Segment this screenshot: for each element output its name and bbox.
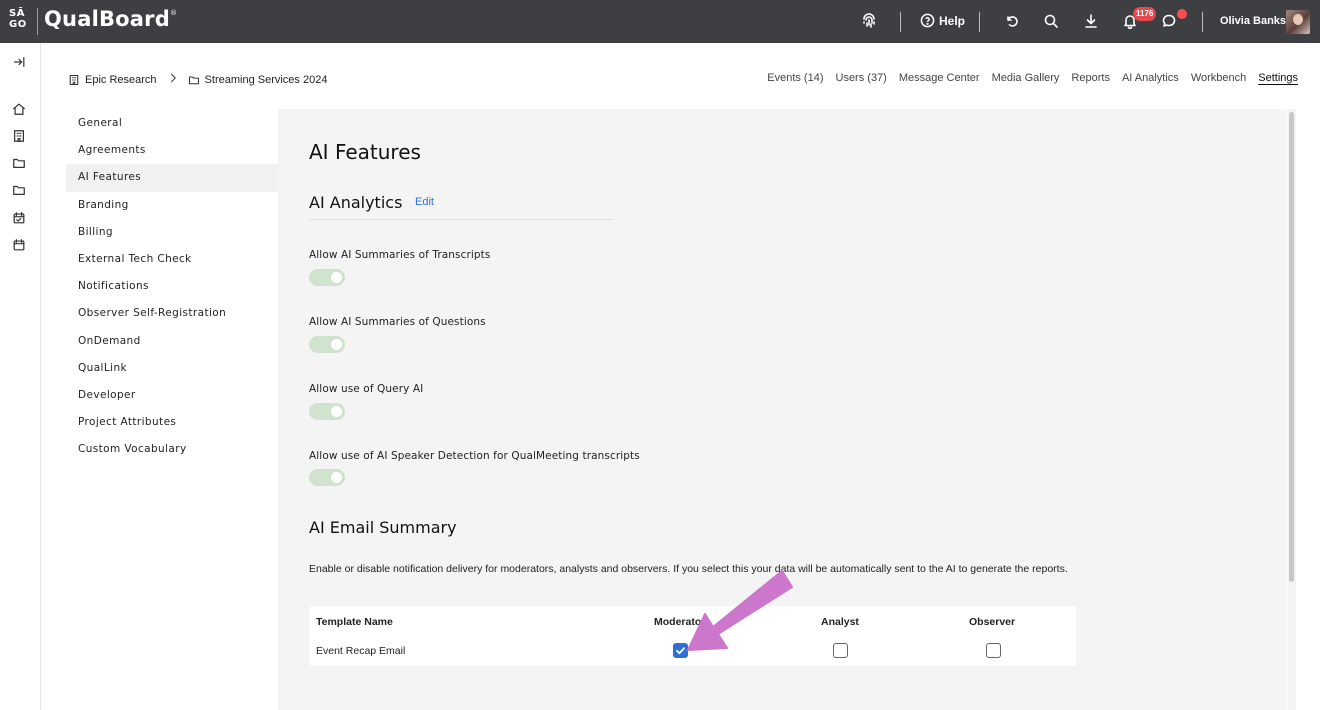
breadcrumb: Epic Research Streaming Services 2024 bbox=[68, 72, 327, 87]
tab-users[interactable]: Users (37) bbox=[836, 72, 887, 84]
column-header-observer: Observer bbox=[969, 616, 1016, 628]
email-summary-description: Enable or disable notification delivery … bbox=[309, 563, 1068, 575]
email-template-table: Template Name Moderator Analyst Observer… bbox=[309, 606, 1076, 666]
tab-message-center[interactable]: Message Center bbox=[899, 72, 980, 84]
setting-label-transcript-summaries: Allow AI Summaries of Transcripts bbox=[309, 249, 491, 261]
user-name[interactable]: Olivia Banks bbox=[1220, 15, 1286, 27]
toolbar-divider bbox=[1202, 12, 1203, 32]
sidebar-item-custom-vocabulary[interactable]: Custom Vocabulary bbox=[66, 436, 278, 463]
building-icon[interactable] bbox=[12, 129, 27, 144]
toolbar-divider bbox=[900, 12, 901, 32]
tab-settings[interactable]: Settings bbox=[1258, 72, 1298, 84]
folder-icon[interactable] bbox=[12, 183, 27, 198]
calendar-check-icon[interactable] bbox=[12, 211, 27, 226]
toggle-transcript-summaries[interactable] bbox=[309, 269, 345, 286]
toggle-query-ai[interactable] bbox=[309, 403, 345, 420]
settings-sidebar: General Agreements AI Features Branding … bbox=[66, 110, 278, 463]
sidebar-item-general[interactable]: General bbox=[66, 110, 278, 137]
content-scrollbar[interactable] bbox=[1287, 109, 1296, 710]
setting-label-question-summaries: Allow AI Summaries of Questions bbox=[309, 316, 486, 328]
observer-checkbox[interactable] bbox=[986, 643, 1001, 658]
section-divider bbox=[309, 219, 614, 220]
left-rail bbox=[0, 43, 41, 710]
tab-media-gallery[interactable]: Media Gallery bbox=[992, 72, 1060, 84]
download-icon[interactable] bbox=[1082, 12, 1100, 30]
sago-logo: SĀ GO bbox=[9, 8, 27, 30]
sidebar-item-project-attributes[interactable]: Project Attributes bbox=[66, 409, 278, 436]
toggle-speaker-detection[interactable] bbox=[309, 469, 345, 486]
breadcrumb-project-label: Streaming Services 2024 bbox=[204, 73, 328, 86]
app-name[interactable]: QualBoard® bbox=[44, 7, 177, 31]
expand-sidebar-icon[interactable] bbox=[12, 55, 27, 70]
setting-label-query-ai: Allow use of Query AI bbox=[309, 383, 424, 395]
search-icon[interactable] bbox=[1042, 12, 1060, 30]
undo-icon[interactable] bbox=[1003, 12, 1021, 30]
column-header-moderator: Moderator bbox=[654, 616, 706, 628]
chat-icon[interactable] bbox=[1160, 12, 1178, 30]
help-circle-icon bbox=[920, 13, 935, 28]
home-icon[interactable] bbox=[12, 102, 27, 117]
analyst-checkbox[interactable] bbox=[833, 643, 848, 658]
sidebar-item-quallink[interactable]: QualLink bbox=[66, 355, 278, 382]
help-label: Help bbox=[939, 13, 966, 28]
sidebar-item-observer-self-registration[interactable]: Observer Self-Registration bbox=[66, 300, 278, 327]
breadcrumb-org[interactable]: Epic Research bbox=[68, 74, 157, 86]
sidebar-item-ondemand[interactable]: OnDemand bbox=[66, 328, 278, 355]
calendar-icon[interactable] bbox=[12, 238, 27, 253]
moderator-checkbox[interactable] bbox=[673, 643, 688, 658]
toolbar-divider bbox=[979, 12, 980, 32]
tab-workbench[interactable]: Workbench bbox=[1191, 72, 1246, 84]
sidebar-item-branding[interactable]: Branding bbox=[66, 192, 278, 219]
page-title: AI Features bbox=[309, 140, 421, 164]
project-nav: Events (14) Users (37) Message Center Me… bbox=[767, 72, 1298, 84]
unread-message-dot bbox=[1177, 9, 1187, 19]
scrollbar-thumb[interactable] bbox=[1289, 112, 1294, 582]
sidebar-item-external-tech-check[interactable]: External Tech Check bbox=[66, 246, 278, 273]
sidebar-item-developer[interactable]: Developer bbox=[66, 382, 278, 409]
sidebar-item-ai-features[interactable]: AI Features bbox=[66, 164, 278, 192]
check-icon bbox=[676, 647, 685, 655]
building-icon bbox=[69, 74, 79, 85]
chevron-right-icon bbox=[167, 72, 179, 87]
tab-events[interactable]: Events (14) bbox=[767, 72, 823, 84]
notification-count-badge: 1176 bbox=[1133, 7, 1157, 21]
logo-divider bbox=[37, 8, 38, 35]
sidebar-item-notifications[interactable]: Notifications bbox=[66, 273, 278, 300]
folder-icon[interactable] bbox=[12, 156, 27, 171]
sidebar-item-agreements[interactable]: Agreements bbox=[66, 137, 278, 164]
ai-analytics-heading: AI Analytics bbox=[309, 193, 403, 212]
avatar[interactable] bbox=[1286, 10, 1310, 34]
sidebar-item-billing[interactable]: Billing bbox=[66, 219, 278, 246]
setting-label-speaker-detection: Allow use of AI Speaker Detection for Qu… bbox=[309, 450, 640, 462]
breadcrumb-project[interactable]: Streaming Services 2024 bbox=[188, 73, 328, 86]
top-bar: SĀ GO QualBoard® Help 1176 Olivia Banks bbox=[0, 0, 1320, 43]
help-button[interactable]: Help bbox=[920, 13, 965, 28]
tab-reports[interactable]: Reports bbox=[1071, 72, 1110, 84]
ai-email-summary-heading: AI Email Summary bbox=[309, 518, 457, 537]
column-header-template-name: Template Name bbox=[316, 616, 393, 628]
fingerprint-icon[interactable] bbox=[860, 12, 878, 30]
column-header-analyst: Analyst bbox=[821, 616, 859, 628]
tab-ai-analytics[interactable]: AI Analytics bbox=[1122, 72, 1179, 84]
edit-ai-analytics-link[interactable]: Edit bbox=[415, 196, 434, 208]
folder-icon bbox=[188, 75, 199, 84]
template-name-cell: Event Recap Email bbox=[316, 645, 406, 657]
breadcrumb-org-label: Epic Research bbox=[85, 73, 157, 86]
toggle-question-summaries[interactable] bbox=[309, 336, 345, 353]
